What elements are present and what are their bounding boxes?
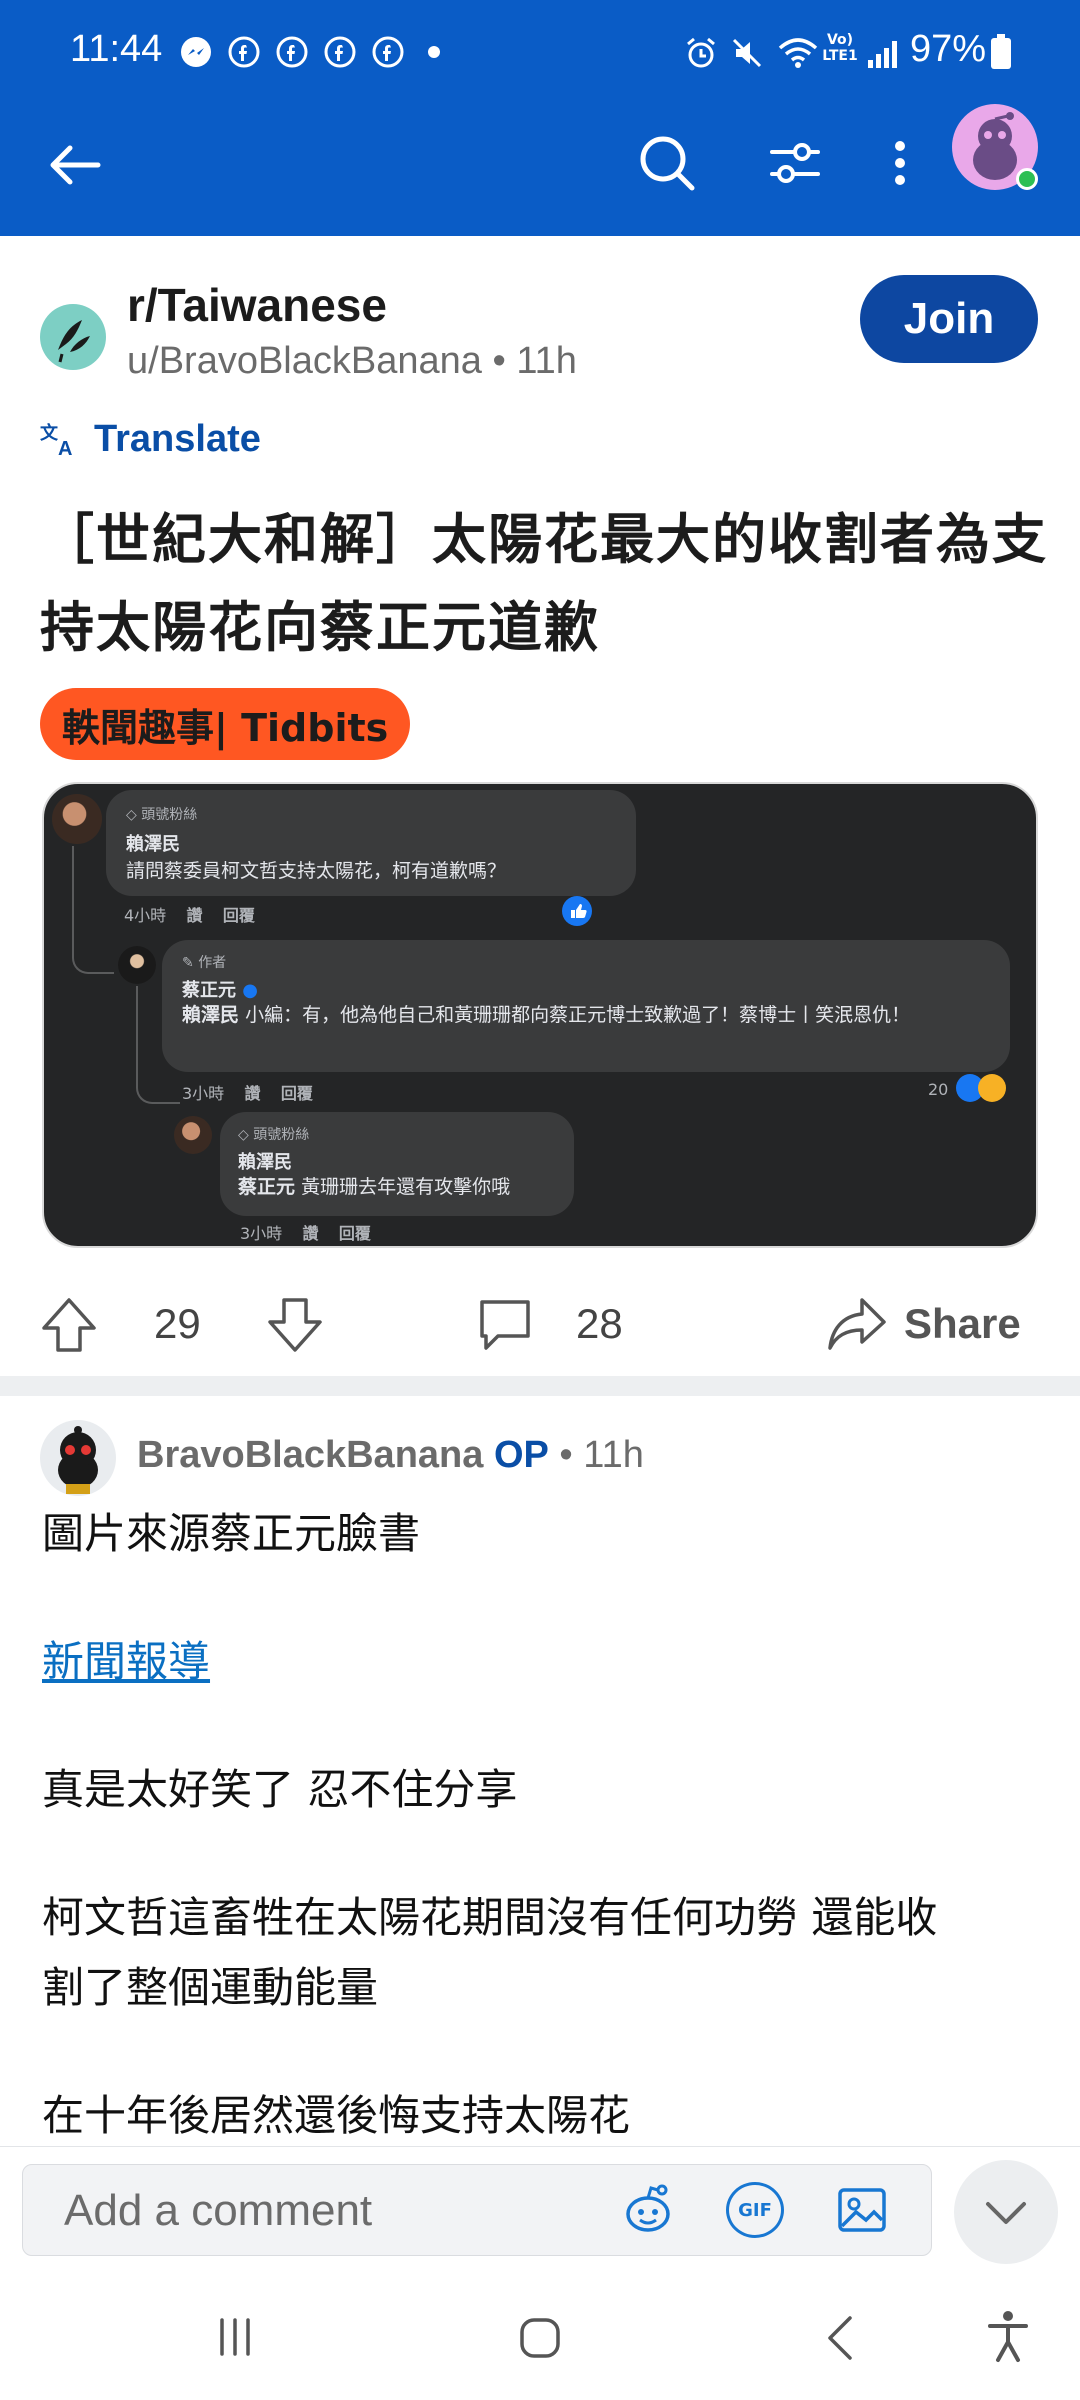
post-flair[interactable]: 軼聞趣事| Tidbits [40, 688, 411, 760]
comment-author[interactable]: BravoBlackBanana [137, 1434, 483, 1476]
fb-reply-bubble: ◇ 頭號粉絲 賴澤民 蔡正元 黃珊珊去年還有攻擊你哦 [220, 1112, 574, 1216]
share-icon[interactable] [826, 1292, 888, 1354]
wifi-icon [776, 36, 820, 68]
volte-label: Vo) LTE1 [822, 32, 858, 64]
fb-reply-bubble: ✎ 作者 蔡正元 ● 賴澤民 小編：有，他為他自己和黃珊珊都向蔡正元博士致歉過了… [162, 940, 1010, 1072]
svg-text:A: A [58, 438, 72, 457]
home-icon[interactable] [512, 2310, 568, 2366]
messenger-icon [180, 36, 212, 68]
thread-line [72, 846, 114, 974]
status-time: 11:44 [70, 28, 163, 70]
gif-icon[interactable]: GIF [726, 2182, 784, 2238]
more-notifications-dot [428, 46, 440, 58]
top-fan-badge: ◇ 頭號粉絲 [238, 1127, 310, 1143]
upvote-count: 29 [154, 1300, 201, 1347]
back-arrow-icon[interactable] [40, 130, 110, 200]
comment-actions: 4小時 讚 回覆 [124, 906, 255, 925]
accessibility-icon[interactable] [980, 2306, 1036, 2366]
fb-comment-bubble: ◇ 頭號粉絲 賴澤民 請問蔡委員柯文哲支持太陽花，柯有道歉嗎？ [106, 790, 636, 896]
like-reaction-icon [562, 896, 592, 926]
comment-line: 柯文哲這畜牲在太陽花期間沒有任何功勞 還能收 [42, 1893, 938, 1942]
battery-percent: 97% [910, 28, 987, 70]
commenter-avatar [174, 1116, 212, 1154]
post-actions: 29 28 Share [0, 1280, 1080, 1380]
translate-label: Translate [94, 418, 261, 460]
chevron-down-icon [986, 2202, 1026, 2224]
facebook-icon [324, 36, 356, 68]
more-vertical-icon[interactable] [880, 128, 920, 198]
battery-icon [990, 34, 1012, 70]
reaction-count: 20 [928, 1080, 949, 1099]
post-title[interactable]: ［世紀大和解］太陽花最大的收割者為支持太陽花向蔡正元道歉 [40, 496, 1050, 672]
comment-text: 賴澤民 小編：有，他為他自己和黃珊珊都向蔡正元博士致歉過了！蔡博士丨笑泯恩仇！ [182, 1004, 911, 1026]
image-icon[interactable] [832, 2180, 892, 2240]
comment-age: • 11h [559, 1434, 644, 1476]
post-image[interactable]: ◇ 頭號粉絲 賴澤民 請問蔡委員柯文哲支持太陽花，柯有道歉嗎？ 4小時 讚 回覆… [42, 782, 1038, 1248]
share-button[interactable]: Share [904, 1300, 1021, 1348]
join-button[interactable]: Join [860, 275, 1038, 363]
translate-icon: 文A [40, 423, 84, 457]
news-link[interactable]: 新聞報導 [42, 1628, 210, 1696]
top-fan-badge: ◇ 頭號粉絲 [126, 807, 198, 823]
comment-meta: BravoBlackBanana OP • 11h [137, 1434, 644, 1477]
comment-actions: 3小時 讚 回覆 [240, 1224, 371, 1243]
comment-text: 蔡正元 黃珊珊去年還有攻擊你哦 [238, 1176, 511, 1198]
downvote-icon[interactable] [264, 1294, 326, 1356]
alarm-icon [684, 36, 716, 68]
section-divider [0, 1376, 1080, 1396]
collapse-button[interactable] [954, 2160, 1058, 2264]
care-reaction-icon [978, 1074, 1006, 1102]
comment-author: 賴澤民 [238, 1152, 292, 1173]
app-header: 11:44 Vo) LTE1 97% [0, 0, 1080, 236]
svg-text:文: 文 [40, 423, 59, 444]
commenter-avatar [52, 794, 102, 844]
op-tag: OP [493, 1434, 549, 1476]
back-icon[interactable] [816, 2310, 866, 2366]
search-icon[interactable] [632, 128, 702, 198]
translate-button[interactable]: 文A Translate [40, 418, 261, 461]
comment-author: 賴澤民 [126, 834, 180, 855]
signal-icon [866, 36, 902, 68]
facebook-icon [228, 36, 260, 68]
comment-count: 28 [576, 1300, 623, 1347]
commenter-avatar[interactable] [40, 1420, 116, 1496]
filter-icon[interactable] [760, 128, 830, 198]
comment-placeholder[interactable]: Add a comment [64, 2186, 372, 2236]
online-indicator [1016, 168, 1038, 190]
comment-line: 真是太好笑了 忍不住分享 [42, 1765, 518, 1814]
facebook-icon [276, 36, 308, 68]
subreddit-name[interactable]: r/Taiwanese [127, 278, 387, 332]
comment-text: 請問蔡委員柯文哲支持太陽花，柯有道歉嗎？ [126, 860, 507, 882]
recents-icon[interactable] [210, 2312, 260, 2362]
thread-line [136, 986, 180, 1104]
comment-author: 蔡正元 ● [182, 980, 258, 1001]
author-avatar [118, 946, 156, 984]
comment-icon[interactable] [474, 1294, 536, 1356]
comment-line: 割了整個運動能量 [42, 1963, 379, 2012]
facebook-icon [372, 36, 404, 68]
comment-line: 在十年後居然還後悔支持太陽花 [42, 2091, 631, 2140]
author-badge: ✎ 作者 [182, 955, 227, 971]
snoo-emoji-icon[interactable] [618, 2180, 678, 2240]
subreddit-avatar[interactable] [40, 304, 106, 370]
mute-icon [730, 36, 762, 68]
post-author-meta[interactable]: u/BravoBlackBanana • 11h [127, 340, 577, 383]
comment-actions: 3小時 讚 回覆 [182, 1084, 313, 1103]
comment-line: 圖片來源蔡正元臉書 [42, 1509, 421, 1558]
upvote-icon[interactable] [38, 1294, 100, 1356]
